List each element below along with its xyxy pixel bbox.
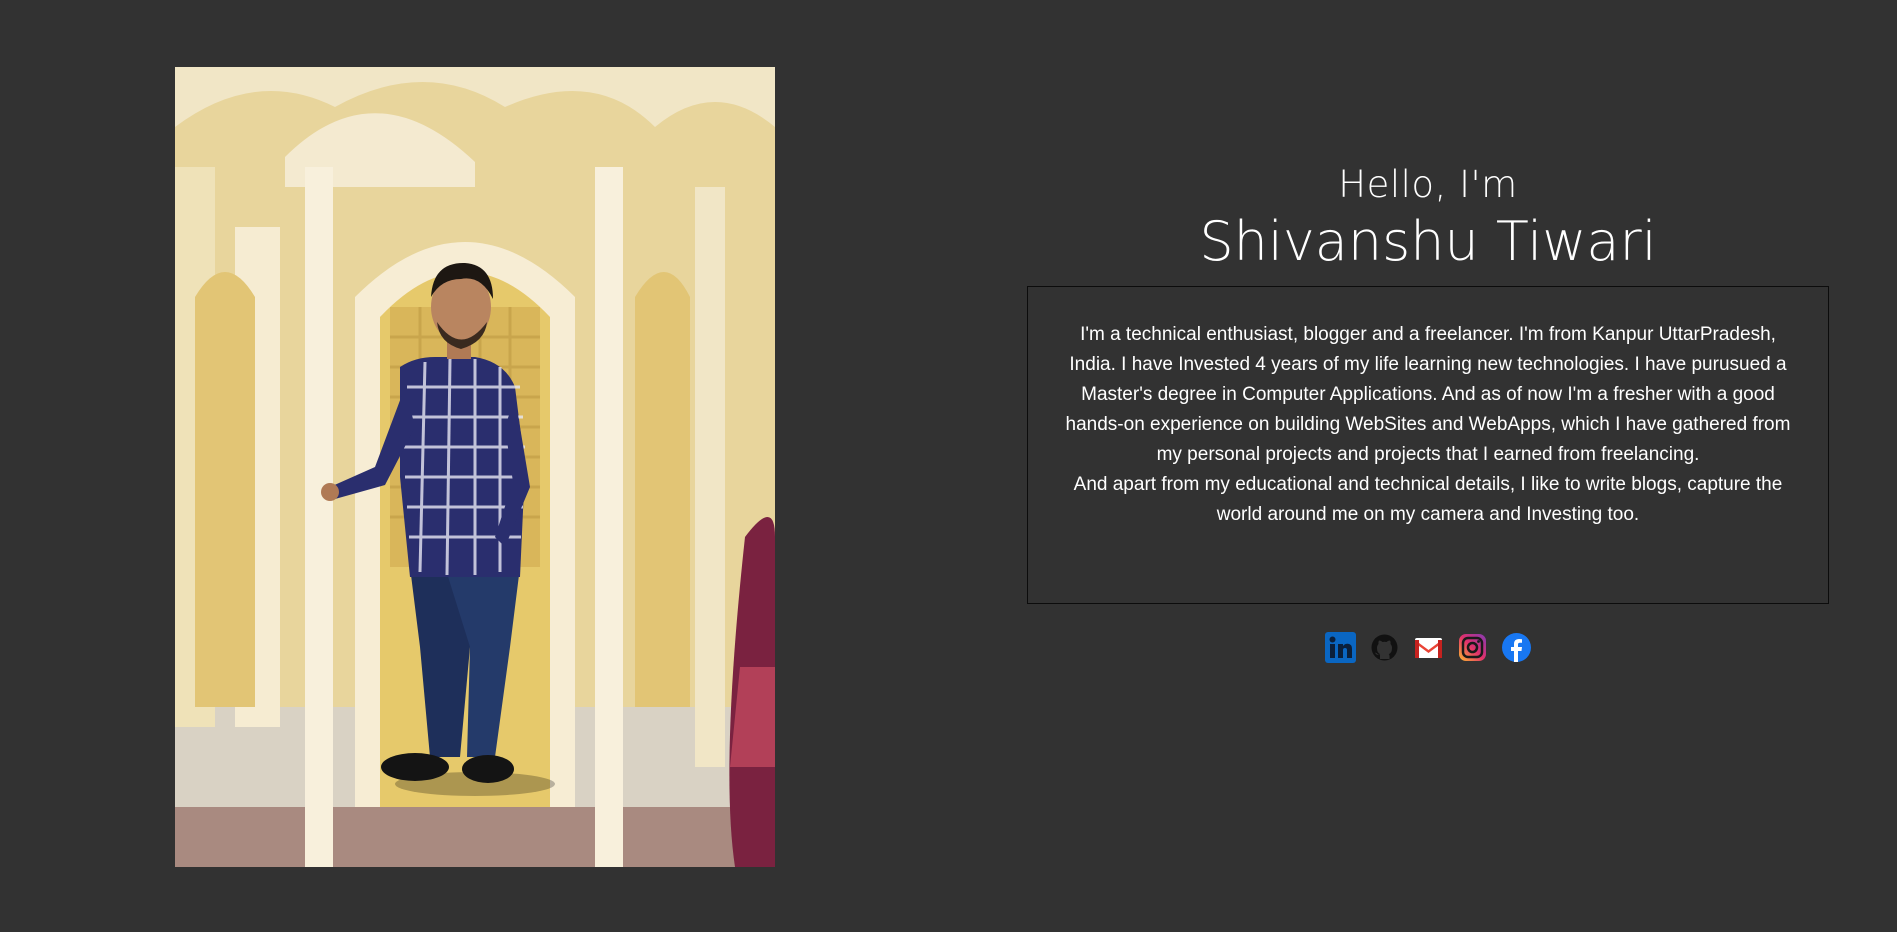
facebook-icon [1501,633,1531,662]
bio-paragraph: I'm a technical enthusiast, blogger and … [1065,324,1791,465]
profile-photo [175,67,775,867]
gmail-link[interactable] [1413,632,1444,663]
github-icon [1371,634,1397,661]
linkedin-icon [1324,632,1356,663]
name-heading: Shivanshu Tiwari [1199,210,1657,273]
bio-paragraph: And apart from my educational and techni… [1073,474,1783,525]
instagram-link[interactable] [1457,632,1488,663]
social-links [1027,632,1829,663]
github-link[interactable] [1369,632,1400,663]
portrait-photo-icon [175,67,775,867]
page: Hello, I'm Shivanshu Tiwari I'm a techni… [0,0,1897,932]
linkedin-link[interactable] [1324,632,1356,663]
gmail-icon [1414,638,1442,658]
instagram-icon [1458,634,1486,661]
facebook-link[interactable] [1501,632,1532,663]
greeting-heading: Hello, I'm [1338,163,1518,206]
bio-box: I'm a technical enthusiast, blogger and … [1027,286,1829,604]
intro-section: Hello, I'm Shivanshu Tiwari I'm a techni… [1027,160,1829,663]
